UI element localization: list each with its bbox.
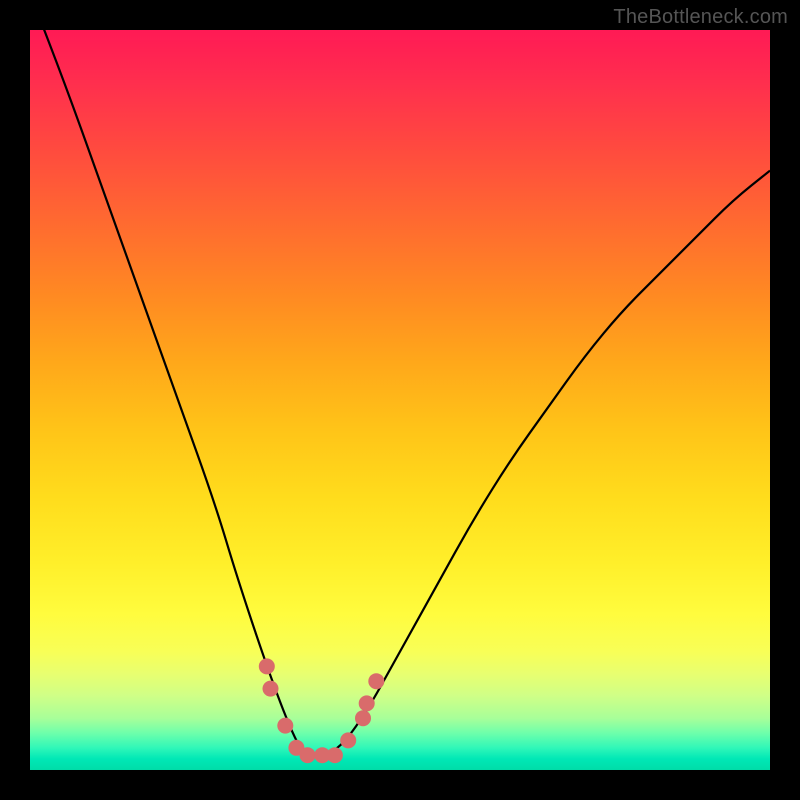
bottleneck-curve (30, 30, 770, 755)
data-marker (277, 718, 293, 734)
data-marker (359, 695, 375, 711)
watermark-text: TheBottleneck.com (613, 6, 788, 29)
data-marker (355, 710, 371, 726)
data-marker (263, 681, 279, 697)
marker-group (259, 658, 385, 763)
data-marker (340, 732, 356, 748)
plot-area (30, 30, 770, 770)
data-marker (327, 747, 343, 763)
data-marker (300, 747, 316, 763)
data-marker (259, 658, 275, 674)
chart-frame: TheBottleneck.com (0, 0, 800, 800)
curve-layer (30, 30, 770, 770)
data-marker (368, 673, 384, 689)
